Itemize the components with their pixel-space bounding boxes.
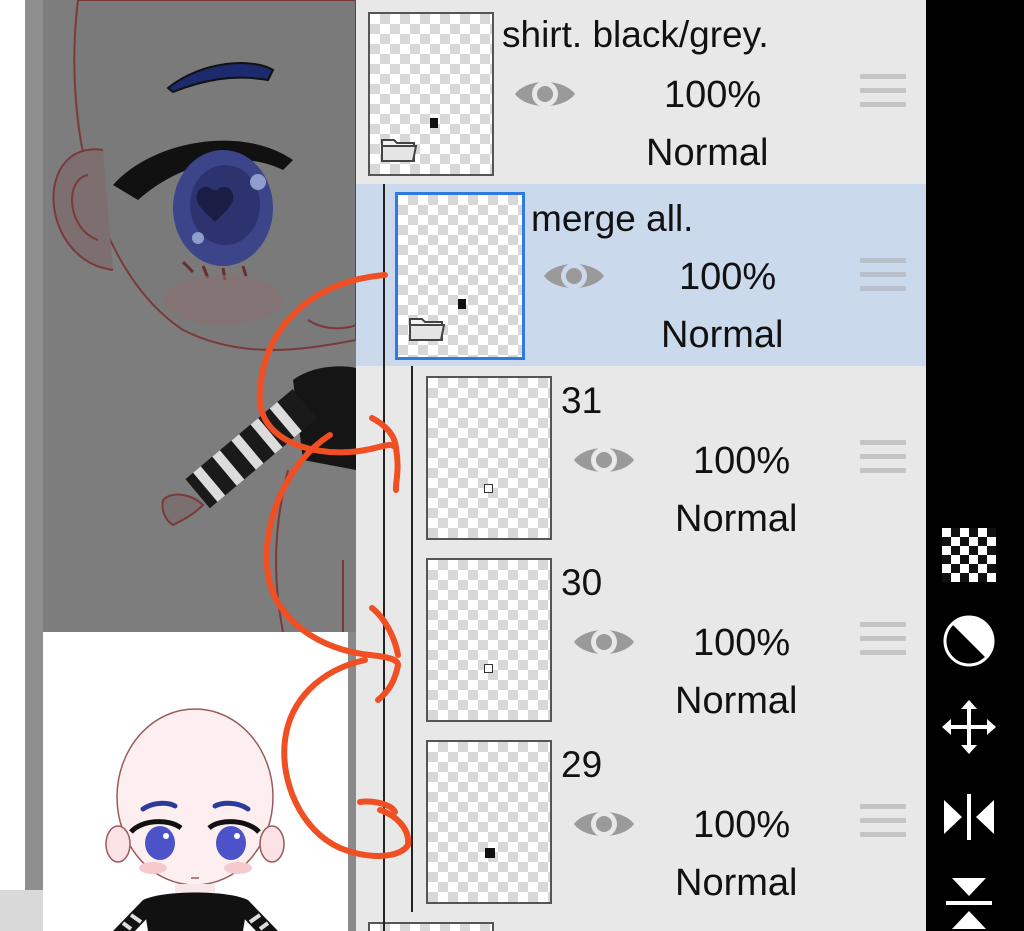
layer-name: 30 bbox=[561, 562, 603, 603]
canvas-gutter bbox=[25, 0, 43, 931]
layer-row-folder-selected[interactable]: merge all. 100% Normal bbox=[356, 184, 926, 368]
eye-visibility-icon[interactable] bbox=[572, 622, 636, 662]
eye-visibility-icon[interactable] bbox=[572, 804, 636, 844]
flip-vertical-icon[interactable] bbox=[942, 876, 996, 931]
folder-icon bbox=[381, 139, 418, 162]
zoomed-character-artwork bbox=[52, 0, 356, 632]
preview-border bbox=[348, 632, 356, 931]
canvas-edge bbox=[0, 0, 25, 931]
layer-blend-mode[interactable]: Normal bbox=[675, 862, 797, 905]
canvas-preview bbox=[43, 632, 348, 931]
move-arrows-icon[interactable] bbox=[942, 700, 996, 754]
drag-handle-icon[interactable] bbox=[860, 258, 906, 298]
layer-blend-mode[interactable]: Normal bbox=[646, 132, 768, 175]
layer-opacity: 100% bbox=[679, 256, 777, 298]
layer-thumbnail[interactable] bbox=[368, 12, 494, 176]
eye-visibility-icon[interactable] bbox=[572, 440, 636, 480]
layer-opacity: 100% bbox=[693, 804, 791, 846]
layer-row-folder[interactable]: shirt. black/grey. 100% Normal bbox=[356, 0, 926, 186]
layer-name: merge all. bbox=[531, 198, 694, 239]
layer-row[interactable]: 30 100% Normal bbox=[356, 548, 926, 732]
layer-name: shirt. black/grey. bbox=[502, 14, 769, 55]
zoomed-canvas-view[interactable] bbox=[43, 0, 356, 632]
layer-row[interactable]: 29 100% Normal bbox=[356, 730, 926, 914]
layer-blend-mode[interactable]: Normal bbox=[675, 498, 797, 541]
layer-opacity: 100% bbox=[693, 440, 791, 482]
layer-row-partial[interactable] bbox=[356, 912, 926, 931]
layer-row[interactable]: 31 100% Normal bbox=[356, 366, 926, 550]
layers-panel: shirt. black/grey. 100% Normal merge all… bbox=[356, 0, 926, 931]
eye-visibility-icon[interactable] bbox=[542, 256, 606, 296]
drag-handle-icon[interactable] bbox=[860, 74, 906, 114]
folder-tree-line bbox=[383, 184, 385, 931]
layer-thumbnail[interactable] bbox=[368, 922, 494, 931]
drag-handle-icon[interactable] bbox=[860, 804, 906, 844]
layer-name: 29 bbox=[561, 744, 603, 785]
canvas-bottom-edge bbox=[0, 890, 43, 931]
layer-thumbnail[interactable] bbox=[426, 558, 552, 722]
eye-visibility-icon[interactable] bbox=[513, 74, 577, 114]
layer-thumbnail[interactable] bbox=[426, 740, 552, 904]
opacity-half-circle-icon[interactable] bbox=[942, 614, 996, 668]
layer-name: 31 bbox=[561, 380, 603, 421]
drag-handle-icon[interactable] bbox=[860, 440, 906, 480]
folder-icon bbox=[409, 318, 446, 341]
layer-opacity: 100% bbox=[664, 74, 762, 116]
layer-thumbnail[interactable] bbox=[395, 192, 525, 360]
folder-tree-line bbox=[411, 366, 413, 912]
right-toolbar bbox=[926, 0, 1024, 931]
layer-blend-mode[interactable]: Normal bbox=[675, 680, 797, 723]
layer-blend-mode[interactable]: Normal bbox=[661, 314, 783, 357]
checkerboard-icon[interactable] bbox=[942, 528, 996, 582]
drag-handle-icon[interactable] bbox=[860, 622, 906, 662]
drawing-canvas[interactable] bbox=[0, 0, 356, 931]
layer-opacity: 100% bbox=[693, 622, 791, 664]
chibi-character-preview bbox=[105, 708, 285, 931]
flip-horizontal-icon[interactable] bbox=[942, 790, 996, 844]
layer-thumbnail[interactable] bbox=[426, 376, 552, 540]
